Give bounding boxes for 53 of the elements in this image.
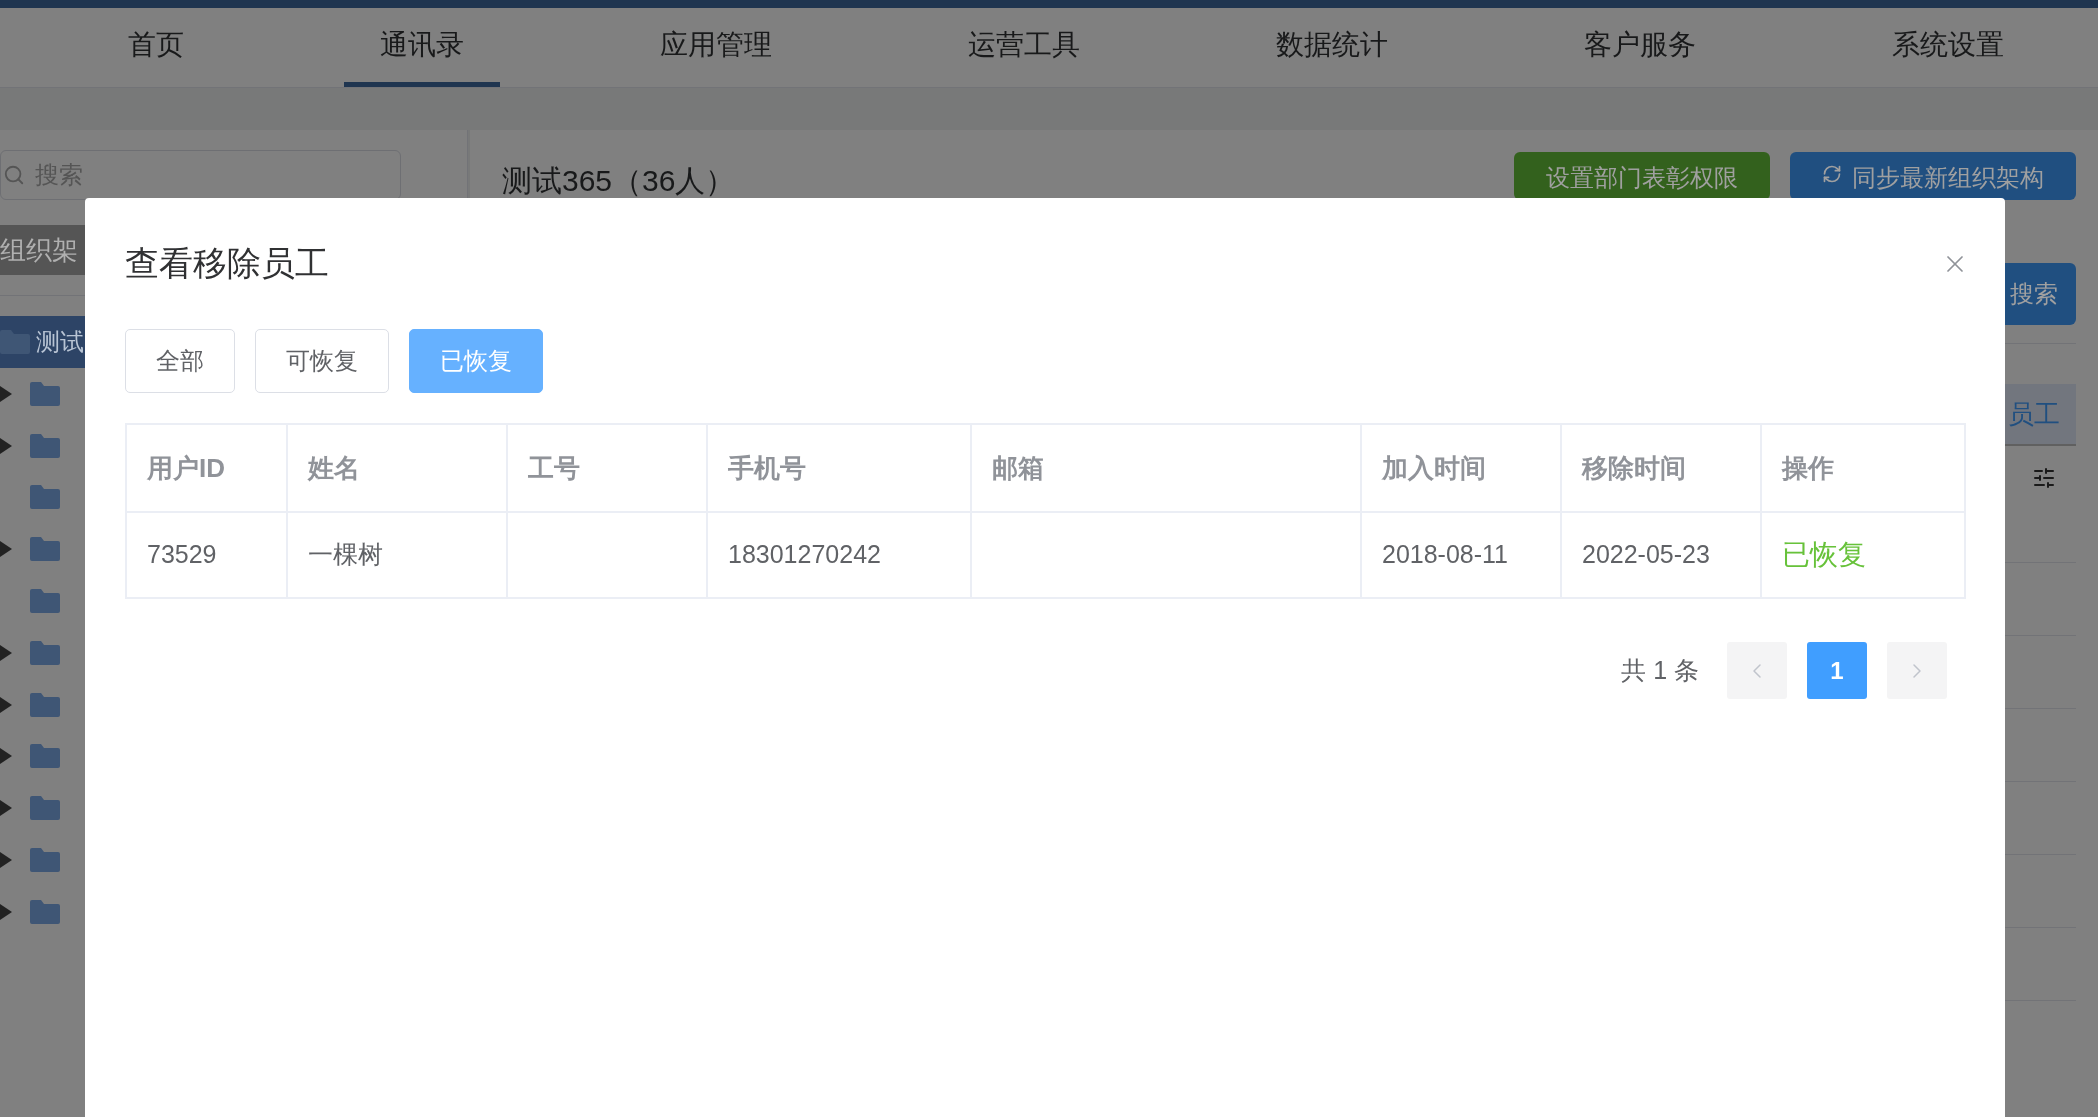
filter-button[interactable]: 全部 (125, 329, 235, 393)
expand-arrow-icon[interactable] (0, 800, 12, 817)
expand-arrow-icon[interactable] (0, 903, 12, 920)
column-header: 手机号 (728, 452, 806, 483)
expand-arrow-icon[interactable] (0, 696, 12, 713)
permission-button[interactable]: 设置部门表彰权限 (1514, 152, 1770, 200)
sync-button[interactable]: 同步最新组织架构 (1790, 152, 2076, 200)
folder-icon (30, 899, 60, 924)
folder-icon (30, 485, 60, 510)
table-cell: 73529 (147, 540, 217, 569)
expand-arrow-icon[interactable] (0, 852, 12, 869)
expand-arrow-icon[interactable] (0, 541, 12, 558)
nav-tab[interactable]: 数据统计 (1240, 8, 1424, 87)
restored-status: 已恢复 (1782, 539, 1866, 570)
expand-arrow-icon[interactable] (0, 748, 12, 765)
folder-icon (30, 640, 60, 665)
folder-icon (30, 589, 60, 614)
column-header: 工号 (528, 452, 580, 483)
nav-tab[interactable]: 系统设置 (1856, 8, 2040, 87)
refresh-icon (1822, 164, 1842, 184)
folder-icon (30, 381, 60, 406)
expand-arrow-icon[interactable] (0, 385, 12, 402)
table-cell: 2022-05-23 (1582, 540, 1710, 569)
page-button[interactable]: 1 (1807, 642, 1867, 699)
department-title: 测试365（36人） (502, 163, 736, 199)
expand-arrow-icon[interactable] (0, 437, 12, 454)
expand-arrow-icon[interactable] (0, 644, 12, 661)
filter-button[interactable]: 已恢复 (409, 329, 543, 393)
folder-icon (30, 692, 60, 717)
column-header: 移除时间 (1582, 452, 1686, 483)
sliders-icon[interactable] (2032, 466, 2056, 490)
column-header: 姓名 (308, 452, 360, 483)
dialog-title: 查看移除员工 (125, 243, 329, 284)
total-count: 共 1 条 (1621, 654, 1699, 686)
filter-button[interactable]: 可恢复 (255, 329, 389, 393)
folder-icon (30, 744, 60, 769)
folder-icon (30, 537, 60, 562)
folder-icon (30, 796, 60, 821)
column-header: 用户ID (147, 452, 225, 483)
folder-icon (30, 848, 60, 873)
column-header: 邮箱 (992, 452, 1044, 483)
table-cell: 一棵树 (308, 540, 383, 569)
table-cell: 18301270242 (728, 540, 881, 569)
nav-tab[interactable]: 通讯录 (344, 8, 500, 87)
column-header: 操作 (1782, 452, 1834, 483)
table-cell: 2018-08-11 (1382, 540, 1509, 569)
nav-tab[interactable]: 应用管理 (624, 8, 808, 87)
nav-tab[interactable]: 运营工具 (932, 8, 1116, 87)
column-header: 加入时间 (1382, 452, 1486, 483)
nav-tab[interactable]: 客户服务 (1548, 8, 1732, 87)
nav-tab[interactable]: 首页 (92, 8, 220, 87)
search-icon (3, 164, 25, 186)
folder-icon (30, 433, 60, 458)
